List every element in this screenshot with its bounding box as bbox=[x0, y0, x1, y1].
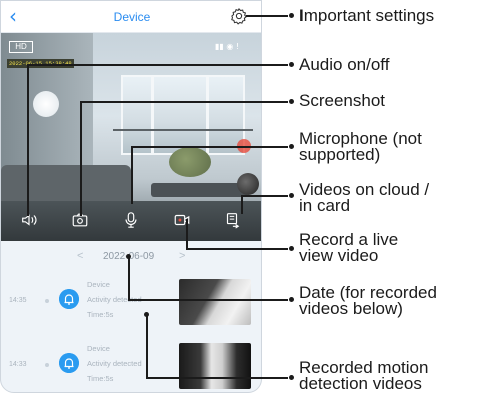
event-type: Activity detected bbox=[87, 359, 142, 368]
callout-line bbox=[186, 219, 188, 249]
callout-bullet bbox=[289, 297, 294, 302]
callout-bullet bbox=[289, 62, 294, 67]
next-date-button[interactable]: > bbox=[179, 250, 185, 262]
event-thumbnail[interactable] bbox=[179, 343, 251, 389]
callout-line bbox=[27, 64, 29, 216]
event-duration: Time:5s bbox=[87, 374, 114, 383]
callout-line bbox=[80, 101, 288, 103]
event-device: Device bbox=[87, 344, 110, 353]
callout-line bbox=[246, 15, 288, 17]
video-record-icon[interactable] bbox=[173, 211, 191, 229]
microphone-icon[interactable] bbox=[122, 211, 140, 229]
callout-bullet bbox=[289, 246, 294, 251]
list-item[interactable]: 14:33 Device Activity detected Time:5s bbox=[1, 335, 261, 392]
callout-cloud-videos: Videos on cloud / in card bbox=[299, 180, 430, 215]
callout-bullet bbox=[289, 193, 294, 198]
callout-microphone: Microphone (not supported) bbox=[299, 129, 422, 164]
callout-line bbox=[241, 195, 243, 214]
callout-bullet bbox=[289, 99, 294, 104]
callout-important-settings: Important settings bbox=[299, 6, 435, 25]
page-title: Device bbox=[113, 10, 151, 24]
callout-line bbox=[146, 314, 148, 378]
callout-screenshot: Screenshot bbox=[299, 91, 385, 110]
callout-line bbox=[131, 146, 133, 204]
callout-bullet bbox=[289, 13, 294, 18]
list-item[interactable]: 14:35 Device Activity detected Time:5s bbox=[1, 271, 261, 335]
callout-line bbox=[131, 146, 288, 148]
callout-line bbox=[146, 377, 288, 379]
callout-date: Date (for recorded videos below) bbox=[299, 283, 437, 318]
speaker-icon[interactable] bbox=[20, 211, 38, 229]
cloud-card-icon[interactable] bbox=[223, 211, 241, 229]
callout-line bbox=[241, 195, 288, 197]
callout-record-live: Record a live view video bbox=[299, 230, 399, 265]
top-nav-bar: ‹ Device bbox=[1, 1, 261, 33]
callout-line bbox=[27, 64, 288, 66]
callout-recorded-videos: Recorded motion detection videos bbox=[299, 358, 429, 393]
callout-bullet bbox=[289, 375, 294, 380]
camera-status-icons: ▮▮ ◉ ! bbox=[215, 42, 240, 51]
hd-quality-button[interactable]: HD bbox=[9, 41, 33, 53]
callout-line bbox=[128, 299, 288, 301]
callout-line bbox=[80, 101, 82, 216]
previous-date-button[interactable]: < bbox=[77, 250, 83, 262]
callout-line bbox=[128, 256, 130, 300]
callout-audio: Audio on/off bbox=[299, 55, 390, 74]
event-device: Device bbox=[87, 280, 110, 289]
event-thumbnail[interactable] bbox=[179, 279, 251, 325]
event-time: 14:33 bbox=[9, 361, 27, 368]
callout-line bbox=[186, 248, 288, 250]
motion-alert-icon bbox=[59, 289, 79, 309]
event-duration: Time:5s bbox=[87, 310, 114, 319]
event-time: 14:35 bbox=[9, 297, 27, 304]
live-controls bbox=[1, 201, 261, 241]
motion-alert-icon bbox=[59, 353, 79, 373]
callout-bullet bbox=[289, 144, 294, 149]
